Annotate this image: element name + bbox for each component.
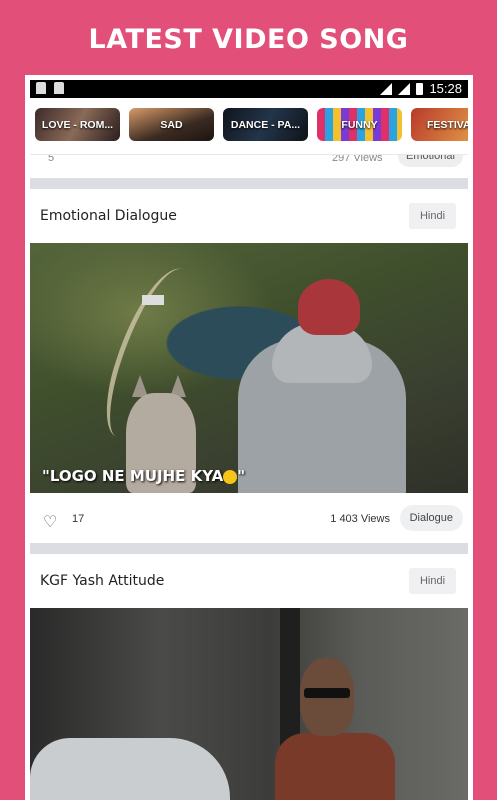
wifi-icon [380, 82, 393, 95]
vintage-car [30, 738, 230, 800]
category-festival[interactable]: FESTIVA [411, 108, 468, 141]
category-tag[interactable]: Dialogue [399, 505, 463, 531]
category-strip[interactable]: LOVE - ROM... SAD DANCE - PA... FUNNY FE… [30, 98, 468, 155]
category-dance-party[interactable]: DANCE - PA... [223, 108, 308, 141]
category-funny[interactable]: FUNNY [317, 108, 402, 141]
man-jacket [275, 733, 395, 800]
previous-card-footer: 5 297 Views Emotional [30, 155, 468, 177]
video-caption: "LOGO NE MUJHE KYA " [42, 467, 246, 485]
house [142, 295, 164, 305]
previous-card-views: 297 Views [332, 155, 383, 164]
battery-icon [416, 82, 424, 95]
previous-card-likes: 5 [48, 155, 55, 164]
language-badge: Hindi [409, 203, 456, 229]
card-title[interactable]: KGF Yash Attitude [40, 573, 164, 589]
sunglasses [304, 688, 350, 698]
signal-icon [398, 82, 411, 95]
category-sad[interactable]: SAD [129, 108, 214, 141]
card-divider [30, 178, 468, 189]
view-count: 1 403 Views [330, 513, 390, 525]
notification-icon [36, 82, 46, 94]
card-title[interactable]: Emotional Dialogue [40, 208, 177, 224]
previous-card-tag[interactable]: Emotional [398, 155, 463, 167]
card-divider [30, 543, 468, 554]
man-beanie [298, 279, 360, 335]
like-icon[interactable]: ♡ [43, 512, 57, 532]
status-time: 15:28 [429, 81, 462, 96]
category-love-romantic[interactable]: LOVE - ROM... [35, 108, 120, 141]
language-badge: Hindi [409, 568, 456, 594]
sad-emoji-icon [223, 469, 238, 484]
like-count: 17 [72, 513, 85, 525]
video-thumbnail[interactable]: "LOGO NE MUJHE KYA " [30, 243, 468, 493]
phone-screen: 15:28 LOVE - ROM... SAD DANCE - PA... FU… [25, 75, 473, 800]
video-thumbnail[interactable] [30, 608, 468, 800]
status-bar: 15:28 [30, 80, 468, 98]
notification-icon [54, 82, 64, 94]
promo-headline: LATEST VIDEO SONG [88, 24, 409, 55]
card-meta-row: ♡ 17 1 403 Views Dialogue [30, 501, 468, 539]
